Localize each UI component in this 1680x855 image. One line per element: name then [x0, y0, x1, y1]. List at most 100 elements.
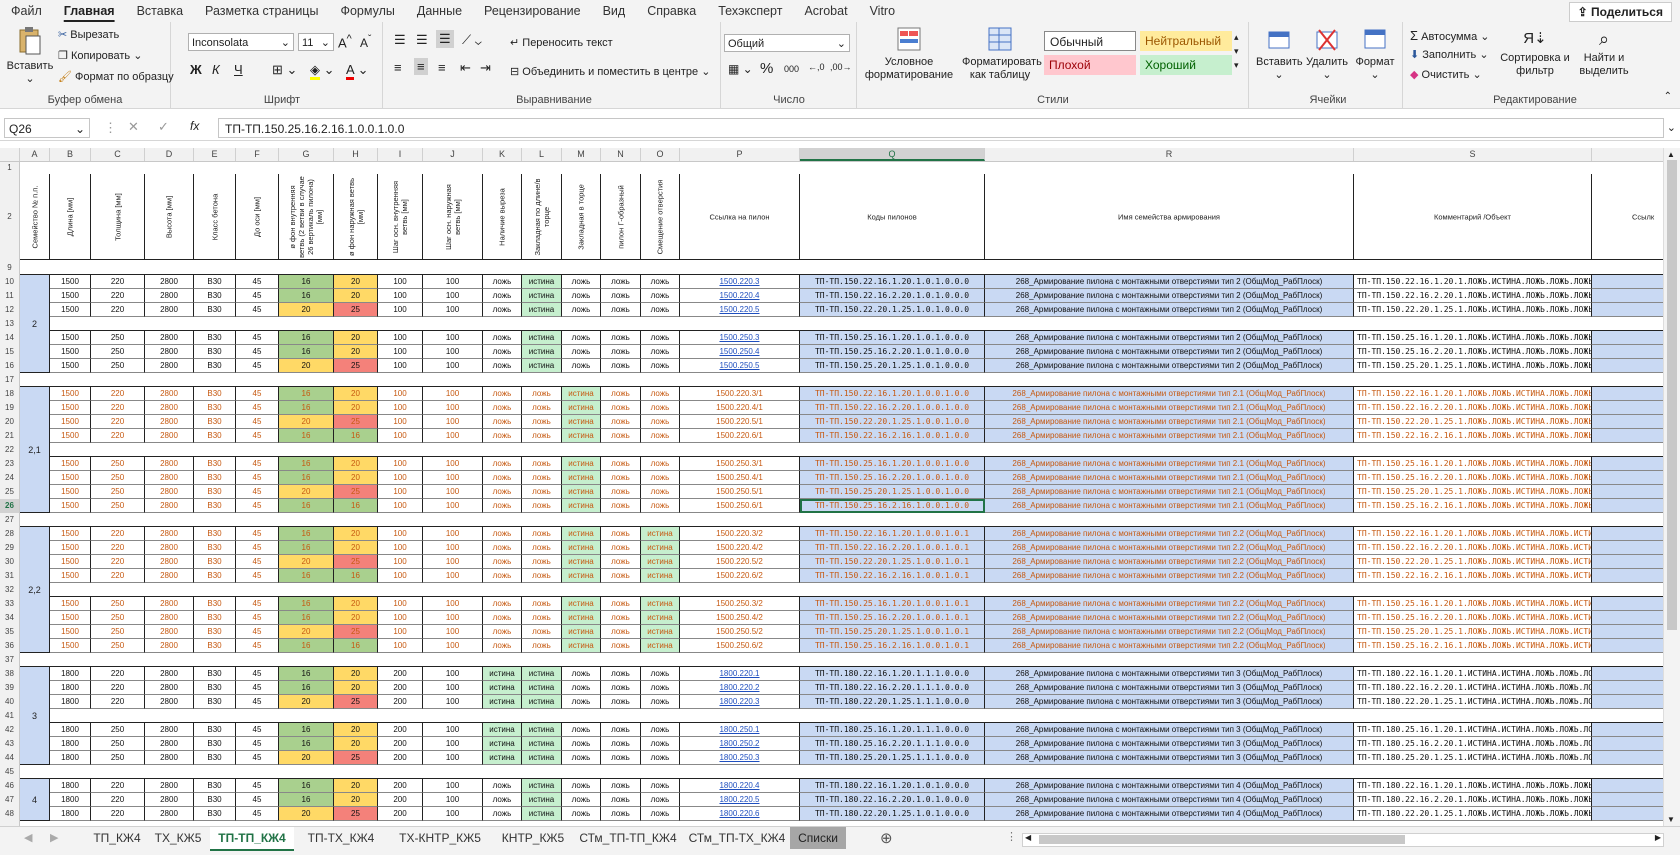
table-cell[interactable]: истина: [641, 625, 680, 639]
wrap-text-button[interactable]: ↵ Переносить текст: [510, 36, 613, 49]
table-cell[interactable]: 220: [91, 807, 145, 821]
table-cell[interactable]: 200: [378, 779, 423, 793]
sheet-tab[interactable]: Списки: [790, 827, 846, 849]
row-number[interactable]: 11: [0, 289, 19, 303]
pylon-link-cell[interactable]: 1800.250.1: [680, 723, 800, 737]
table-cell[interactable]: 220: [91, 527, 145, 541]
table-cell[interactable]: 20: [334, 345, 378, 359]
pylon-code-cell[interactable]: ТП-ТП.180.25.16.2.20.1.1.1.0.0.0: [800, 737, 985, 751]
table-cell[interactable]: 200: [378, 737, 423, 751]
table-cell[interactable]: 1500: [50, 485, 91, 499]
row-number[interactable]: 15: [0, 345, 19, 359]
table-cell[interactable]: ложь: [483, 457, 522, 471]
table-cell[interactable]: 250: [91, 597, 145, 611]
table-cell[interactable]: 100: [378, 429, 423, 443]
table-cell[interactable]: 100: [378, 555, 423, 569]
table-cell[interactable]: 20: [334, 723, 378, 737]
table-cell[interactable]: В30: [194, 807, 236, 821]
table-cell[interactable]: 100: [423, 303, 483, 317]
table-cell[interactable]: ложь: [641, 681, 680, 695]
table-cell[interactable]: 100: [378, 625, 423, 639]
table-cell[interactable]: 16: [279, 429, 334, 443]
row-number[interactable]: 23: [0, 457, 19, 471]
table-cell[interactable]: 1500: [50, 359, 91, 373]
pylon-code-cell[interactable]: ТП-ТП.150.22.16.2.16.1.0.0.1.0.0: [800, 429, 985, 443]
table-cell[interactable]: 20: [279, 807, 334, 821]
table-cell[interactable]: 268_Армирование пилона с монтажными отве…: [985, 387, 1354, 401]
table-cell[interactable]: 16: [279, 387, 334, 401]
family-group-cell[interactable]: 3: [20, 667, 50, 765]
pylon-code-cell[interactable]: ТП-ТП.150.22.20.1.25.1.0.0.1.0.0: [800, 415, 985, 429]
table-cell[interactable]: 1500: [50, 457, 91, 471]
sheet-tab[interactable]: КНТР_КЖ5: [496, 827, 570, 849]
table-cell[interactable]: 1500: [50, 625, 91, 639]
table-cell[interactable]: 20: [279, 485, 334, 499]
table-cell[interactable]: ложь: [601, 415, 641, 429]
table-cell[interactable]: 20: [279, 415, 334, 429]
pylon-link-cell[interactable]: 1500.220.3: [680, 275, 800, 289]
table-cell[interactable]: ложь: [562, 807, 601, 821]
table-cell[interactable]: 100: [423, 289, 483, 303]
row-number[interactable]: 1: [0, 162, 19, 174]
pylon-code-cell[interactable]: ТП-ТП.150.25.20.1.25.1.0.1.0.0.0: [800, 359, 985, 373]
table-cell[interactable]: В30: [194, 345, 236, 359]
menu-item[interactable]: Справка: [636, 0, 707, 22]
pylon-code-cell[interactable]: ТП-ТП.150.25.16.2.20.1.0.0.1.0.0: [800, 471, 985, 485]
pylon-code-cell[interactable]: ТП-ТП.150.22.16.2.20.1.0.1.0.0.0: [800, 289, 985, 303]
table-cell[interactable]: ТП-ТП.180.22.20.1.25.1.ЛОЖЬ.ИСТИНА.ЛОЖЬ.…: [1354, 807, 1592, 821]
table-cell[interactable]: 268_Армирование пилона с монтажными отве…: [985, 485, 1354, 499]
table-cell[interactable]: 20: [334, 387, 378, 401]
family-group-cell[interactable]: 2,1: [20, 387, 50, 513]
format-as-table-button[interactable]: Форматировать как таблицу: [962, 26, 1042, 82]
table-cell[interactable]: 45: [236, 807, 279, 821]
table-cell[interactable]: ложь: [641, 275, 680, 289]
table-cell[interactable]: 25: [334, 485, 378, 499]
column-header[interactable]: D: [145, 148, 194, 161]
table-cell[interactable]: 268_Армирование пилона с монтажными отве…: [985, 807, 1354, 821]
table-cell[interactable]: В30: [194, 681, 236, 695]
table-cell[interactable]: 250: [91, 499, 145, 513]
table-cell[interactable]: ТП-ТП.180.22.16.1.20.1.ИСТИНА.ИСТИНА.ЛОЖ…: [1354, 667, 1592, 681]
table-cell[interactable]: ложь: [483, 569, 522, 583]
table-cell[interactable]: 25: [334, 695, 378, 709]
delete-cells-button[interactable]: Удалить ⌄: [1304, 26, 1350, 82]
table-cell[interactable]: 20: [334, 471, 378, 485]
table-cell[interactable]: 16: [279, 737, 334, 751]
table-cell[interactable]: ложь: [483, 499, 522, 513]
row-number[interactable]: 44: [0, 751, 19, 765]
table-cell[interactable]: 220: [91, 275, 145, 289]
merge-center-button[interactable]: ⊟ Объединить и поместить в центре ⌄: [510, 65, 710, 78]
table-cell[interactable]: ложь: [601, 275, 641, 289]
table-cell[interactable]: 220: [91, 569, 145, 583]
column-header[interactable]: R: [985, 148, 1354, 161]
scroll-left-icon[interactable]: ◀: [1025, 833, 1031, 842]
pylon-code-cell[interactable]: ТП-ТП.180.22.16.2.20.1.0.1.0.0.0: [800, 793, 985, 807]
table-cell[interactable]: 2800: [145, 485, 194, 499]
column-header[interactable]: L: [522, 148, 562, 161]
row-number[interactable]: 37: [0, 653, 19, 667]
table-cell[interactable]: 1500: [50, 429, 91, 443]
table-cell[interactable]: 45: [236, 359, 279, 373]
table-cell[interactable]: ложь: [522, 569, 562, 583]
table-cell[interactable]: истина: [562, 387, 601, 401]
table-cell[interactable]: 100: [423, 345, 483, 359]
table-cell[interactable]: ложь: [601, 569, 641, 583]
table-cell[interactable]: 100: [378, 569, 423, 583]
row-number[interactable]: 17: [0, 373, 19, 387]
table-cell[interactable]: 100: [378, 471, 423, 485]
table-cell[interactable]: 100: [423, 597, 483, 611]
table-cell[interactable]: истина: [641, 569, 680, 583]
pylon-code-cell[interactable]: ТП-ТП.180.22.20.1.25.1.1.1.0.0.0: [800, 695, 985, 709]
table-cell[interactable]: ложь: [562, 359, 601, 373]
table-cell[interactable]: истина: [562, 597, 601, 611]
table-cell[interactable]: 200: [378, 667, 423, 681]
table-cell[interactable]: В30: [194, 569, 236, 583]
table-cell[interactable]: ложь: [483, 793, 522, 807]
row-number[interactable]: 33: [0, 597, 19, 611]
table-cell[interactable]: ТП-ТП.150.22.16.2.20.1.ЛОЖЬ.ЛОЖЬ.ИСТИНА.…: [1354, 541, 1592, 555]
table-cell[interactable]: 100: [423, 723, 483, 737]
table-cell[interactable]: 16: [279, 611, 334, 625]
table-cell[interactable]: ложь: [641, 793, 680, 807]
table-cell[interactable]: 268_Армирование пилона с монтажными отве…: [985, 331, 1354, 345]
table-cell[interactable]: 220: [91, 667, 145, 681]
